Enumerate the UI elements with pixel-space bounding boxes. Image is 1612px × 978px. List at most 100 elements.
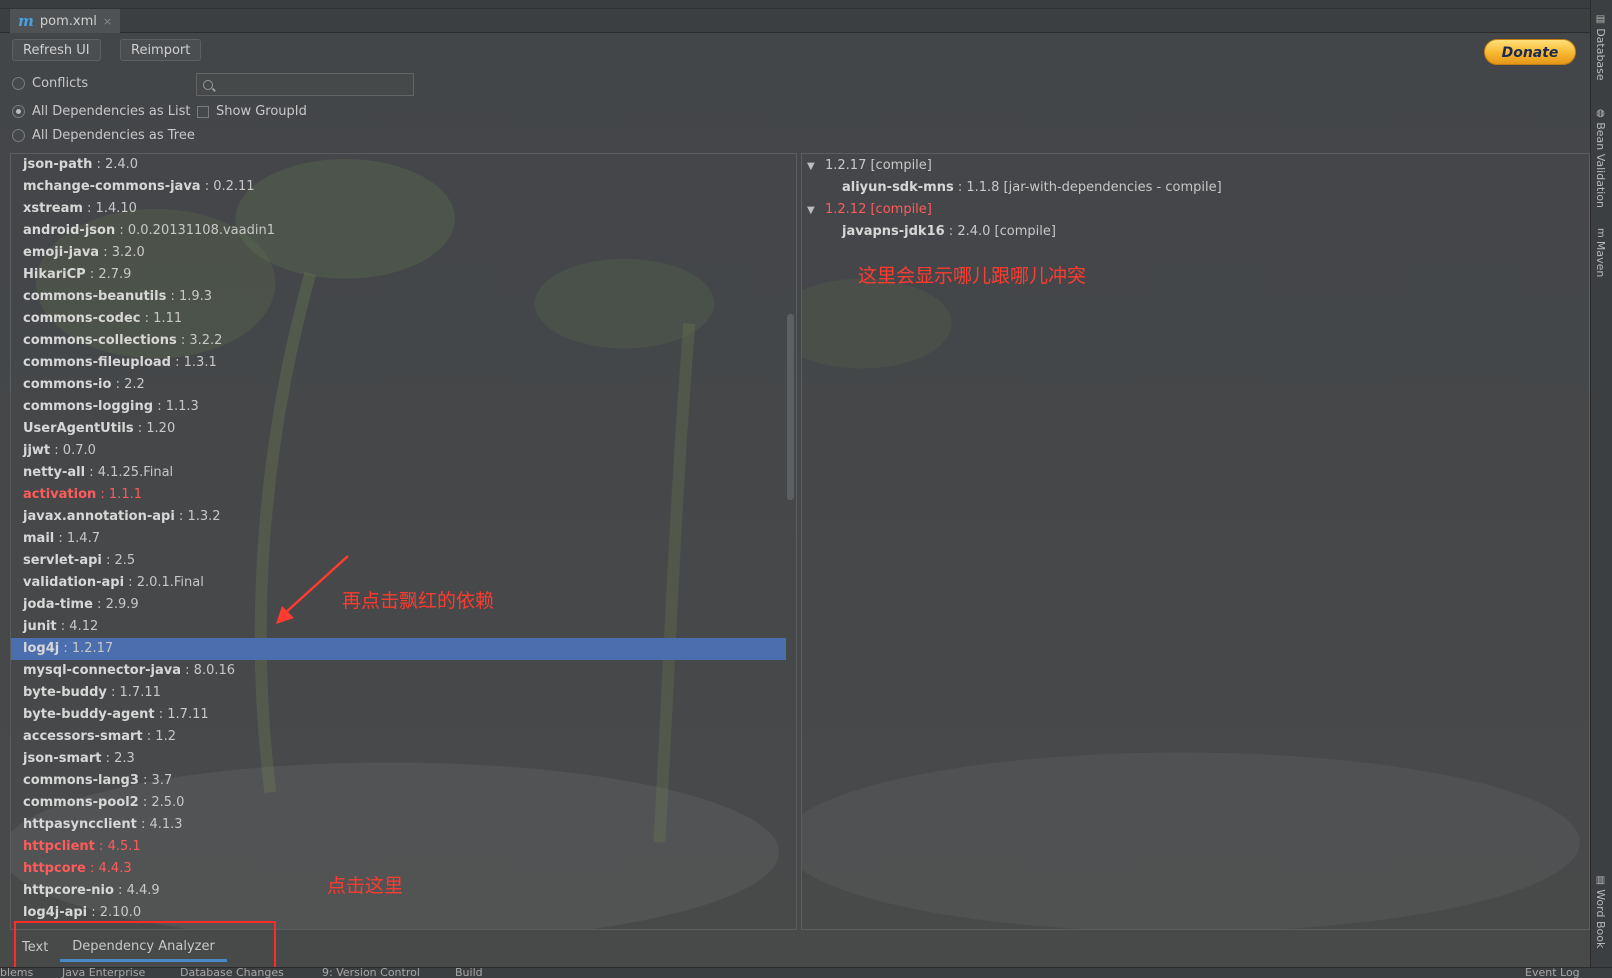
dependency-row[interactable]: commons-beanutils : 1.9.3 <box>11 286 786 308</box>
dependency-version: 1.20 <box>146 421 176 436</box>
separator: : <box>113 883 127 898</box>
separator: : <box>92 597 106 612</box>
dependency-row[interactable]: servlet-api : 2.5 <box>11 550 786 572</box>
dependency-version: 2.9.9 <box>105 597 139 612</box>
checkbox-icon <box>197 105 209 118</box>
reimport-button[interactable]: Reimport <box>120 39 202 61</box>
separator: : <box>136 817 150 832</box>
dependency-row-selected[interactable]: log4j : 1.2.17 <box>11 638 786 660</box>
expand-triangle-icon[interactable]: ▼ <box>802 200 825 222</box>
search-icon <box>203 79 213 90</box>
dependency-row[interactable]: accessors-smart : 1.2 <box>11 726 786 748</box>
status-database-changes[interactable]: Database Changes <box>180 968 284 978</box>
search-input[interactable] <box>217 76 401 93</box>
dependency-name: mysql-connector-java <box>23 663 182 678</box>
dependency-row[interactable]: commons-codec : 1.11 <box>11 308 786 330</box>
dependency-version: 2.4.0 <box>104 157 139 172</box>
dependency-name: mchange-commons-java <box>23 179 201 194</box>
dependency-version: 2.7.9 <box>98 267 132 282</box>
search-box[interactable] <box>196 73 414 96</box>
dependency-name: json-smart <box>23 751 102 766</box>
dependency-row[interactable]: junit : 4.12 <box>11 616 786 638</box>
dependency-name: netty-all <box>23 465 86 480</box>
status-problems[interactable]: blems <box>0 968 33 978</box>
dependency-row[interactable]: byte-buddy-agent : 1.7.11 <box>11 704 786 726</box>
dependency-row[interactable]: mysql-connector-java : 8.0.16 <box>11 660 786 682</box>
tool-word-book[interactable]: ▥ Word Book <box>1594 875 1607 948</box>
dependency-name: commons-beanutils <box>23 289 167 304</box>
separator: : <box>176 333 190 348</box>
dependency-name: commons-logging <box>23 399 154 414</box>
dependency-row[interactable]: android-json : 0.0.20131108.vaadin1 <box>11 220 786 242</box>
vertical-scrollbar[interactable] <box>787 314 794 500</box>
tree-node-artifact[interactable]: aliyun-sdk-mns : 1.1.8 [jar-with-depende… <box>802 177 1589 199</box>
tool-database[interactable]: ▤ Database <box>1594 14 1607 81</box>
dependency-row-conflict[interactable]: activation : 1.1.1 <box>11 484 786 506</box>
right-tool-strip: ▤ Database ◍ Bean Validation m Maven ▥ W… <box>1590 0 1612 967</box>
status-bar: blems Java Enterprise Database Changes 9… <box>0 967 1612 978</box>
tab-pom-xml[interactable]: m pom.xml × <box>10 9 121 36</box>
status-java-enterprise[interactable]: Java Enterprise <box>62 968 145 978</box>
expand-triangle-icon[interactable]: ▼ <box>802 156 825 178</box>
dependency-row[interactable]: emoji-java : 3.2.0 <box>11 242 786 264</box>
dependency-name: junit <box>23 619 57 634</box>
list-label: All Dependencies as List <box>32 104 191 119</box>
separator: : <box>124 575 137 590</box>
tree-node-version-conflict[interactable]: ▼ 1.2.12 [compile] <box>802 199 1589 222</box>
dependency-row[interactable]: commons-io : 2.2 <box>11 374 786 396</box>
dependency-row[interactable]: httpasyncclient : 4.1.3 <box>11 814 786 836</box>
dependency-row[interactable]: json-path : 2.4.0 <box>11 154 786 176</box>
donate-button[interactable]: Donate <box>1484 39 1576 65</box>
annotation-arrow <box>276 555 349 624</box>
dependency-name: activation <box>23 487 97 502</box>
dependency-row[interactable]: mail : 1.4.7 <box>11 528 786 550</box>
dependency-row[interactable]: netty-all : 4.1.25.Final <box>11 462 786 484</box>
dependency-name: commons-pool2 <box>23 795 139 810</box>
dependency-name: HikariCP <box>23 267 86 282</box>
dependency-row[interactable]: xstream : 1.4.10 <box>11 198 786 220</box>
refresh-ui-button[interactable]: Refresh UI <box>12 39 101 61</box>
separator: : <box>85 465 98 480</box>
dependency-version: 0.7.0 <box>62 443 96 458</box>
dependency-row[interactable]: commons-pool2 : 2.5.0 <box>11 792 786 814</box>
dependency-row[interactable]: commons-logging : 1.1.3 <box>11 396 786 418</box>
tree-node-artifact[interactable]: javapns-jdk16 : 2.4.0 [compile] <box>802 221 1589 243</box>
dependency-version: 4.4.3 <box>98 861 132 876</box>
list-radio[interactable]: All Dependencies as List <box>12 104 191 119</box>
status-build[interactable]: Build <box>455 968 483 978</box>
separator: : <box>133 421 147 436</box>
dependency-row[interactable]: javax.annotation-api : 1.3.2 <box>11 506 786 528</box>
tree-node-version[interactable]: ▼ 1.2.17 [compile] <box>802 155 1589 178</box>
separator: : <box>174 509 188 524</box>
separator: : <box>85 861 99 876</box>
status-version-control[interactable]: 9: Version Control <box>322 968 420 978</box>
dependency-row[interactable]: commons-collections : 3.2.2 <box>11 330 786 352</box>
annotation-click-red: 再点击飘红的依赖 <box>342 590 495 612</box>
close-icon[interactable]: × <box>103 15 112 28</box>
dependency-version: 3.2.0 <box>111 245 145 260</box>
conflict-tree: ▼ 1.2.17 [compile] aliyun-sdk-mns : 1.1.8… <box>802 155 1589 243</box>
dependency-version: 2.2 <box>124 377 145 392</box>
maven-icon: m <box>1595 228 1606 241</box>
tool-bean-validation[interactable]: ◍ Bean Validation <box>1594 108 1607 208</box>
status-event-log[interactable]: Event Log <box>1525 968 1580 978</box>
tree-radio[interactable]: All Dependencies as Tree <box>12 128 195 143</box>
dependency-row[interactable]: UserAgentUtils : 1.20 <box>11 418 786 440</box>
dependency-row[interactable]: jjwt : 0.7.0 <box>11 440 786 462</box>
show-groupid-checkbox[interactable]: Show GroupId <box>197 104 307 119</box>
dependency-row-conflict[interactable]: httpclient : 4.5.1 <box>11 836 786 858</box>
dependency-row[interactable]: mchange-commons-java : 0.2.11 <box>11 176 786 198</box>
conflicts-radio[interactable]: Conflicts <box>12 76 88 91</box>
dependency-row[interactable]: HikariCP : 2.7.9 <box>11 264 786 286</box>
dependency-row[interactable]: commons-lang3 : 3.7 <box>11 770 786 792</box>
dependency-row[interactable]: json-smart : 2.3 <box>11 748 786 770</box>
dependency-version: 1.1.3 <box>165 399 199 414</box>
dependency-row[interactable]: byte-buddy : 1.7.11 <box>11 682 786 704</box>
separator: : <box>85 267 99 282</box>
dependency-version: 1.7.11 <box>119 685 161 700</box>
dependency-row[interactable]: commons-fileupload : 1.3.1 <box>11 352 786 374</box>
tool-maven[interactable]: m Maven <box>1594 228 1607 277</box>
dependency-name: joda-time <box>23 597 93 612</box>
dependency-name: httpasyncclient <box>23 817 137 832</box>
annotation-click-here: 点击这里 <box>327 875 404 897</box>
